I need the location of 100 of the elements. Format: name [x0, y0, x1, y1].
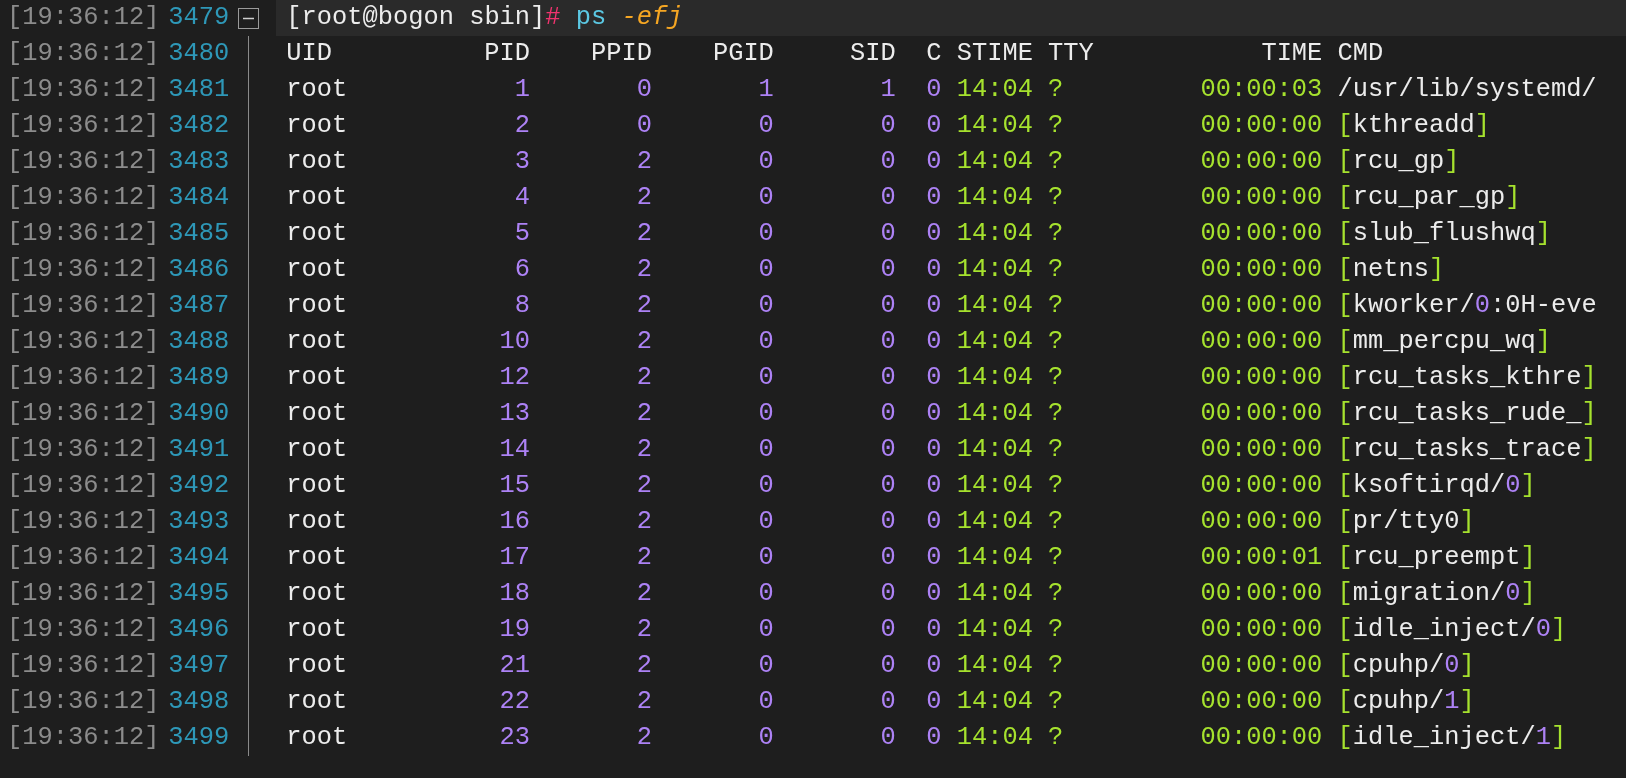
command-cell-text: [rcu_tasks_rude_]: [1337, 398, 1597, 430]
sid-cell-text: 0: [880, 578, 896, 610]
cpu-time-cell-text: 00:00:00: [1200, 290, 1323, 322]
ppid-cell-text: 2: [636, 362, 652, 394]
cpu-cell-text: 0: [926, 542, 942, 574]
prompt-symbol: #: [545, 2, 561, 34]
tty-cell-text: ?: [1048, 110, 1064, 142]
sid-cell-text: 0: [880, 614, 896, 646]
cpu-cell-text: 0: [926, 506, 942, 538]
tty-cell-text: ?: [1048, 578, 1064, 610]
line-number: 3494: [168, 542, 230, 574]
start-time-cell-text: 14:04: [956, 470, 1033, 502]
tty-cell-text: ?: [1048, 650, 1064, 682]
cpu-time-cell-text: 00:00:00: [1200, 398, 1323, 430]
line-number: 3482: [168, 110, 230, 142]
sid-cell-text: 0: [880, 146, 896, 178]
uid-cell-text: root: [286, 542, 348, 574]
pgid-cell-text: 1: [758, 74, 774, 106]
column-header: SID: [850, 38, 896, 70]
pgid-cell-text: 0: [758, 686, 774, 718]
uid-cell-text: root: [286, 434, 348, 466]
line-number: 3486: [168, 254, 230, 286]
command-cell-text: [idle_inject/0]: [1337, 614, 1567, 646]
uid-cell-text: root: [286, 578, 348, 610]
command-cell-text: [rcu_gp]: [1337, 146, 1460, 178]
pgid-cell-text: 0: [758, 362, 774, 394]
fold-toggle[interactable]: [238, 8, 260, 29]
cpu-cell-text: 0: [926, 254, 942, 286]
cpu-time-cell-text: 00:00:00: [1200, 506, 1323, 538]
tty-cell-text: ?: [1048, 470, 1064, 502]
uid-cell-text: root: [286, 398, 348, 430]
timestamp: [19:36:12]: [7, 2, 160, 34]
ppid-cell-text: 2: [636, 398, 652, 430]
start-time-cell-text: 14:04: [956, 290, 1033, 322]
timestamp: [19:36:12]: [7, 146, 160, 178]
column-header: CMD: [1337, 38, 1384, 70]
tty-cell-text: ?: [1048, 362, 1064, 394]
cpu-cell-text: 0: [926, 650, 942, 682]
line-number: 3490: [168, 398, 230, 430]
cpu-cell-text: 0: [926, 398, 942, 430]
tty-cell-text: ?: [1048, 290, 1064, 322]
start-time-cell-text: 14:04: [956, 614, 1033, 646]
pid-cell-text: 6: [514, 254, 531, 286]
start-time-cell-text: 14:04: [956, 146, 1033, 178]
sid-cell-text: 0: [880, 470, 896, 502]
start-time-cell-text: 14:04: [956, 722, 1033, 754]
command-cell-text: [cpuhp/1]: [1337, 686, 1475, 718]
pid-cell-text: 22: [499, 686, 531, 718]
line-number: 3489: [168, 362, 230, 394]
tty-cell-text: ?: [1048, 74, 1064, 106]
timestamp: [19:36:12]: [7, 254, 160, 286]
pgid-cell-text: 0: [758, 290, 774, 322]
ppid-cell-text: 2: [636, 218, 652, 250]
start-time-cell-text: 14:04: [956, 578, 1033, 610]
ppid-cell-text: 0: [636, 74, 652, 106]
timestamp: [19:36:12]: [7, 434, 160, 466]
sid-cell-text: 0: [880, 218, 896, 250]
pid-cell-text: 2: [514, 110, 531, 142]
line-number: 3479: [168, 2, 230, 34]
pgid-cell-text: 0: [758, 722, 774, 754]
ppid-cell-text: 2: [636, 542, 652, 574]
timestamp: [19:36:12]: [7, 182, 160, 214]
ppid-cell-text: 2: [636, 434, 652, 466]
cpu-cell-text: 0: [926, 686, 942, 718]
cpu-time-cell-text: 00:00:03: [1200, 74, 1323, 106]
pgid-cell-text: 0: [758, 146, 774, 178]
column-header: PPID: [591, 38, 652, 70]
start-time-cell-text: 14:04: [956, 542, 1033, 574]
uid-cell-text: root: [286, 254, 348, 286]
timestamp: [19:36:12]: [7, 470, 160, 502]
timestamp: [19:36:12]: [7, 650, 160, 682]
line-number: 3496: [168, 614, 230, 646]
pgid-cell-text: 0: [758, 218, 774, 250]
start-time-cell-text: 14:04: [956, 254, 1033, 286]
timestamp: [19:36:12]: [7, 686, 160, 718]
pid-cell-text: 1: [514, 74, 531, 106]
timestamp: [19:36:12]: [7, 38, 160, 70]
start-time-cell-text: 14:04: [956, 362, 1033, 394]
start-time-cell-text: 14:04: [956, 650, 1033, 682]
ppid-cell-text: 2: [636, 650, 652, 682]
cpu-cell-text: 0: [926, 74, 942, 106]
cpu-cell-text: 0: [926, 290, 942, 322]
uid-cell-text: root: [286, 362, 348, 394]
pid-cell-text: 8: [514, 290, 531, 322]
uid-cell-text: root: [286, 614, 348, 646]
tty-cell-text: ?: [1048, 542, 1064, 574]
ppid-cell-text: 2: [636, 326, 652, 358]
sid-cell-text: 0: [880, 434, 896, 466]
start-time-cell-text: 14:04: [956, 398, 1033, 430]
command-cell-text: [idle_inject/1]: [1337, 722, 1567, 754]
tty-cell-text: ?: [1048, 686, 1064, 718]
sid-cell-text: 0: [880, 650, 896, 682]
pid-cell-text: 13: [499, 398, 531, 430]
line-number: 3487: [168, 290, 230, 322]
cpu-time-cell-text: 00:00:00: [1200, 650, 1323, 682]
command-flags: -efj: [621, 2, 683, 34]
tty-cell-text: ?: [1048, 326, 1064, 358]
column-header: PGID: [712, 38, 774, 70]
line-number: 3497: [168, 650, 230, 682]
column-header: TIME: [1261, 38, 1323, 70]
